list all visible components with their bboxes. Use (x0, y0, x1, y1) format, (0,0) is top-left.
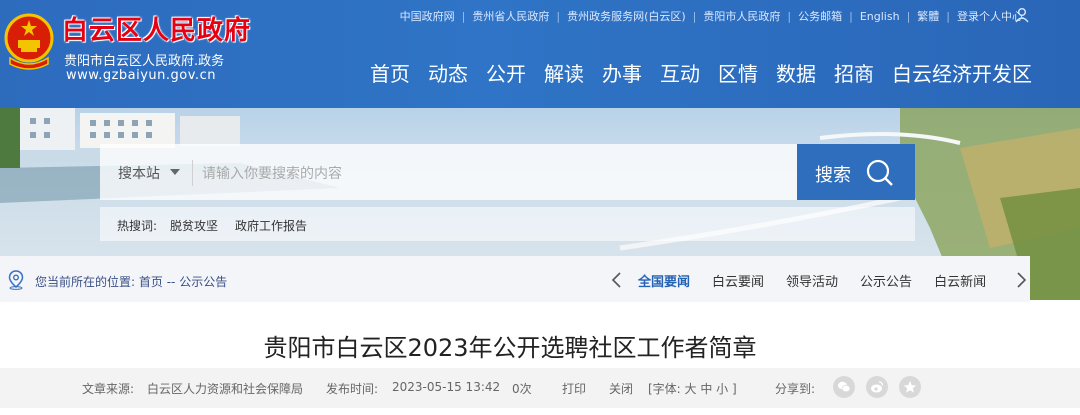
nav-investment[interactable]: 招商 (834, 58, 874, 87)
chevron-down-icon[interactable] (170, 169, 180, 175)
print-button[interactable]: 打印 (562, 380, 586, 397)
breadcrumb-current[interactable]: 公示公告 (179, 275, 227, 289)
search-input[interactable] (200, 157, 794, 191)
hot-keyword[interactable]: 政府工作报告 (235, 217, 307, 234)
tab-baiyun-press[interactable]: 白云新闻 (934, 271, 986, 290)
main-nav: 首页 动态 公开 解读 办事 互动 区情 数据 招商 白云经济开发区 (352, 58, 1032, 87)
hot-keyword[interactable]: 脱贫攻坚 (170, 217, 218, 234)
top-link-gov-cn[interactable]: 中国政府网 (393, 8, 462, 24)
national-emblem-icon[interactable] (4, 12, 54, 72)
search-icon (866, 159, 893, 186)
divider (192, 160, 193, 186)
breadcrumb-home[interactable]: 首页 (139, 275, 163, 289)
nav-development-zone[interactable]: 白云经济开发区 (892, 58, 1032, 87)
breadcrumb-prefix: 您当前所在的位置: (35, 275, 136, 289)
hot-search-bar: 热搜词: 脱贫攻坚 政府工作报告 (100, 207, 915, 241)
nav-home[interactable]: 首页 (370, 58, 410, 87)
nav-public[interactable]: 公开 (486, 58, 526, 87)
site-title[interactable]: 白云区人民政府 (62, 10, 251, 47)
search-button-label: 搜索 (815, 165, 851, 186)
article-title: 贵阳市白云区2023年公开选聘社区工作者简章 (263, 334, 757, 362)
nav-data[interactable]: 数据 (776, 58, 816, 87)
nav-interpretation[interactable]: 解读 (544, 58, 584, 87)
top-link-english[interactable]: English (853, 10, 907, 23)
source-label: 文章来源: (82, 382, 135, 396)
site-url: www.gzbaiyun.gov.cn (66, 68, 216, 83)
user-icon[interactable] (1014, 7, 1030, 23)
close-button[interactable]: 关闭 (609, 380, 633, 397)
view-count: 0次 (512, 382, 532, 396)
font-size-selector[interactable]: [字体: 大 中 小 ] (648, 380, 737, 397)
source-value: 白云区人力资源和社会保障局 (147, 382, 304, 396)
nav-interaction[interactable]: 互动 (660, 58, 700, 87)
tab-announcements[interactable]: 公示公告 (860, 271, 912, 290)
search-button[interactable]: 搜索 (797, 144, 915, 200)
site-header: 白云区人民政府 贵阳市白云区人民政府.政务 www.gzbaiyun.gov.c… (0, 0, 1080, 108)
top-link-traditional[interactable]: 繁體 (910, 8, 946, 24)
search-scope-select[interactable]: 搜本站 (118, 163, 160, 183)
breadcrumb: 您当前所在的位置: 首页 -- 公示公告 (35, 273, 227, 290)
publish-time: 2023-05-15 13:42 (392, 380, 501, 394)
site-subtitle: 贵阳市白云区人民政府.政务 (64, 54, 225, 69)
wechat-icon[interactable] (833, 376, 855, 398)
news-tabs: 全国要闻 白云要闻 领导活动 公示公告 白云新闻 (638, 271, 1008, 290)
nav-services[interactable]: 办事 (602, 58, 642, 87)
top-links: 中国政府网 | 贵州省人民政府 | 贵州政务服务网(白云区) | 贵阳市人民政府 | 公… (393, 8, 1030, 24)
top-link-guizhou-service[interactable]: 贵州政务服务网(白云区) (560, 8, 693, 24)
tab-national-news[interactable]: 全国要闻 (638, 271, 690, 290)
nav-news[interactable]: 动态 (428, 58, 468, 87)
qzone-icon[interactable] (899, 376, 921, 398)
tab-leader-activities[interactable]: 领导活动 (786, 271, 838, 290)
top-link-mailbox[interactable]: 公务邮箱 (791, 8, 849, 24)
location-icon (8, 270, 24, 290)
chevron-left-icon[interactable] (610, 270, 624, 290)
share-label: 分享到: (775, 382, 816, 396)
top-link-guizhou-gov[interactable]: 贵州省人民政府 (465, 8, 556, 24)
chevron-right-icon[interactable] (1014, 270, 1028, 290)
hot-search-label: 热搜词: (117, 219, 158, 233)
tab-baiyun-news[interactable]: 白云要闻 (712, 271, 764, 290)
weibo-icon[interactable] (866, 376, 888, 398)
publish-time-label: 发布时间: (326, 382, 379, 396)
nav-district-info[interactable]: 区情 (718, 58, 758, 87)
breadcrumb-separator: -- (166, 275, 176, 289)
top-link-guiyang-gov[interactable]: 贵阳市人民政府 (696, 8, 787, 24)
